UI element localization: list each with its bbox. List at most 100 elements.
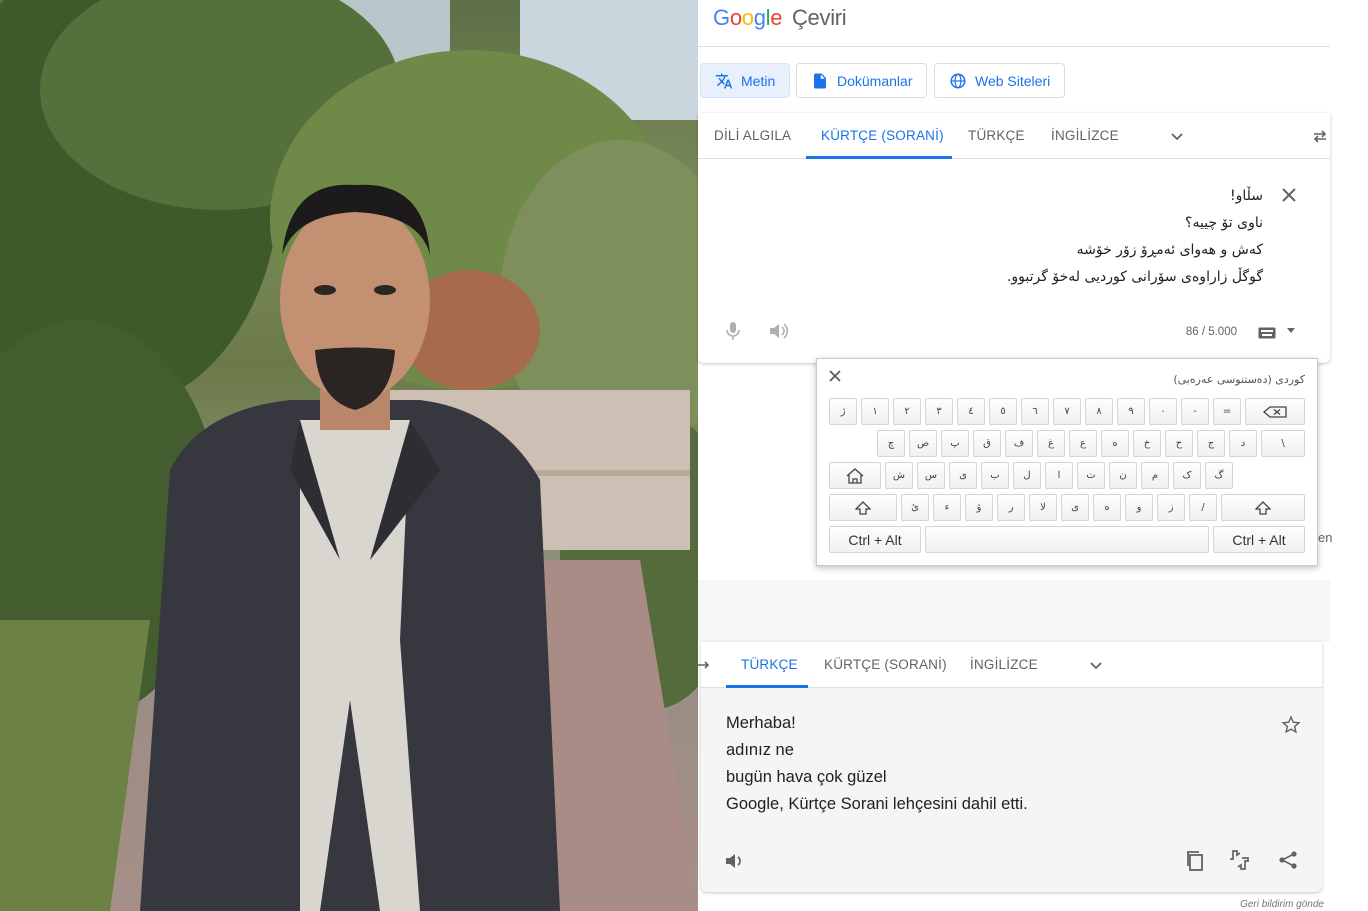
close-icon[interactable] bbox=[828, 369, 842, 383]
key[interactable]: - bbox=[1181, 398, 1209, 425]
key[interactable]: ژ bbox=[829, 398, 857, 425]
speaker-icon[interactable] bbox=[769, 322, 789, 340]
key[interactable]: ا bbox=[1045, 462, 1073, 489]
key-ctrl-alt-left[interactable]: Ctrl + Alt bbox=[829, 526, 921, 553]
key[interactable]: ص bbox=[909, 430, 937, 457]
key[interactable]: ٧ bbox=[1053, 398, 1081, 425]
tab-turkish[interactable]: TÜRKÇE bbox=[968, 128, 1025, 143]
tab-turkish[interactable]: TÜRKÇE bbox=[741, 657, 798, 672]
key[interactable]: ت bbox=[1077, 462, 1105, 489]
key[interactable]: ف bbox=[1005, 430, 1033, 457]
tab-english[interactable]: İNGİLİZCE bbox=[970, 657, 1038, 672]
caret-down-icon[interactable] bbox=[1287, 328, 1295, 334]
shift-icon bbox=[855, 500, 871, 515]
key[interactable]: لا bbox=[1029, 494, 1057, 521]
key[interactable]: ٥ bbox=[989, 398, 1017, 425]
source-language-bar: DİLİ ALGILA KÜRTÇE (SORANİ) TÜRKÇE İNGİL… bbox=[698, 113, 1330, 159]
document-icon bbox=[814, 73, 826, 88]
source-line: کەش و هەوای ئەمڕۆ زۆر خۆشە bbox=[1076, 242, 1263, 258]
mode-button-websites[interactable]: Web Siteleri bbox=[934, 63, 1066, 98]
key[interactable]: د bbox=[1229, 430, 1257, 457]
key[interactable]: پ bbox=[941, 430, 969, 457]
star-icon[interactable] bbox=[1281, 715, 1301, 735]
chevron-down-icon[interactable] bbox=[1169, 128, 1185, 144]
key[interactable]: غ bbox=[1037, 430, 1065, 457]
key[interactable]: ٤ bbox=[957, 398, 985, 425]
shift-icon bbox=[1255, 500, 1271, 515]
key[interactable]: / bbox=[1189, 494, 1217, 521]
source-text-area[interactable]: سڵاو! ناوی تۆ چییە؟ کەش و هەوای ئەمڕۆ زۆ… bbox=[843, 183, 1263, 291]
chevron-down-icon[interactable] bbox=[1088, 657, 1104, 673]
key[interactable]: ب bbox=[981, 462, 1009, 489]
source-line: گوگڵ زاراوەی سۆرانی کوردیی لەخۆ گرتبوو. bbox=[1006, 269, 1263, 285]
key[interactable]: ه bbox=[1101, 430, 1129, 457]
key[interactable]: ۆ bbox=[965, 494, 993, 521]
translation-line: Merhaba! bbox=[726, 714, 796, 732]
key-ctrl-alt-right[interactable]: Ctrl + Alt bbox=[1213, 526, 1305, 553]
translation-output: Merhaba! adınız ne bugün hava çok güzel … bbox=[726, 710, 1028, 818]
mode-button-text[interactable]: Metin bbox=[700, 63, 791, 98]
key-shift-left[interactable] bbox=[829, 494, 897, 521]
translation-line: bugün hava çok güzel bbox=[726, 768, 887, 786]
rate-icon[interactable] bbox=[1228, 849, 1252, 871]
key[interactable]: ى bbox=[1061, 494, 1089, 521]
swap-icon[interactable] bbox=[1312, 128, 1328, 144]
tab-kurdish-sorani[interactable]: KÜRTÇE (SORANİ) bbox=[821, 128, 944, 143]
key-home[interactable] bbox=[829, 462, 881, 489]
mode-button-documents[interactable]: Dokümanlar bbox=[796, 63, 928, 98]
key[interactable]: ق bbox=[973, 430, 1001, 457]
key[interactable]: \ bbox=[1261, 430, 1305, 457]
key-backspace[interactable] bbox=[1245, 398, 1305, 425]
header-divider bbox=[698, 46, 1330, 47]
key[interactable]: خ bbox=[1133, 430, 1161, 457]
portrait-photo bbox=[0, 0, 698, 911]
feedback-link[interactable]: Geri bildirim gönde bbox=[1240, 899, 1324, 910]
tab-english[interactable]: İNGİLİZCE bbox=[1051, 128, 1119, 143]
tab-detect-language[interactable]: DİLİ ALGILA bbox=[714, 128, 791, 143]
tab-kurdish-sorani[interactable]: KÜRTÇE (SORANİ) bbox=[824, 657, 947, 672]
active-tab-indicator bbox=[726, 685, 808, 688]
key[interactable]: ء bbox=[933, 494, 961, 521]
key[interactable]: گ bbox=[1205, 462, 1233, 489]
speaker-icon[interactable] bbox=[725, 852, 745, 870]
key[interactable]: ع bbox=[1069, 430, 1097, 457]
keyboard-icon[interactable] bbox=[1258, 327, 1276, 339]
divider-band bbox=[698, 580, 1330, 642]
key[interactable]: م bbox=[1141, 462, 1169, 489]
key[interactable]: ج bbox=[1197, 430, 1225, 457]
character-counter: 86 / 5.000 bbox=[1185, 326, 1237, 338]
translate-icon bbox=[715, 73, 733, 88]
key[interactable]: ٣ bbox=[925, 398, 953, 425]
key[interactable]: ١ bbox=[861, 398, 889, 425]
key-space[interactable] bbox=[925, 526, 1209, 553]
key[interactable]: چ bbox=[877, 430, 905, 457]
key[interactable]: = bbox=[1213, 398, 1241, 425]
copy-icon[interactable] bbox=[1185, 850, 1205, 872]
key[interactable]: ن bbox=[1109, 462, 1137, 489]
globe-icon bbox=[950, 73, 966, 88]
key-shift-right[interactable] bbox=[1221, 494, 1305, 521]
key[interactable]: س bbox=[917, 462, 945, 489]
key[interactable]: و bbox=[1125, 494, 1153, 521]
clear-icon[interactable] bbox=[1280, 186, 1298, 204]
brand-logo[interactable]: Google Çeviri bbox=[713, 5, 847, 31]
key[interactable]: ر bbox=[997, 494, 1025, 521]
key[interactable]: ل bbox=[1013, 462, 1041, 489]
key[interactable]: ی bbox=[949, 462, 977, 489]
key[interactable]: ٦ bbox=[1021, 398, 1049, 425]
key[interactable]: ش bbox=[885, 462, 913, 489]
key[interactable]: ح bbox=[1165, 430, 1193, 457]
key[interactable]: ز bbox=[1157, 494, 1185, 521]
share-icon[interactable] bbox=[1278, 850, 1298, 870]
key[interactable]: ٩ bbox=[1117, 398, 1145, 425]
key[interactable]: ٠ bbox=[1149, 398, 1177, 425]
key[interactable]: ئ bbox=[901, 494, 929, 521]
backspace-icon bbox=[1263, 405, 1287, 418]
target-card: TÜRKÇE KÜRTÇE (SORANİ) İNGİLİZCE Merhaba… bbox=[697, 642, 1322, 892]
key[interactable]: ە bbox=[1093, 494, 1121, 521]
key[interactable]: ٨ bbox=[1085, 398, 1113, 425]
product-name: Çeviri bbox=[791, 5, 847, 30]
key[interactable]: ٢ bbox=[893, 398, 921, 425]
key[interactable]: ک bbox=[1173, 462, 1201, 489]
mic-icon[interactable] bbox=[725, 321, 741, 341]
